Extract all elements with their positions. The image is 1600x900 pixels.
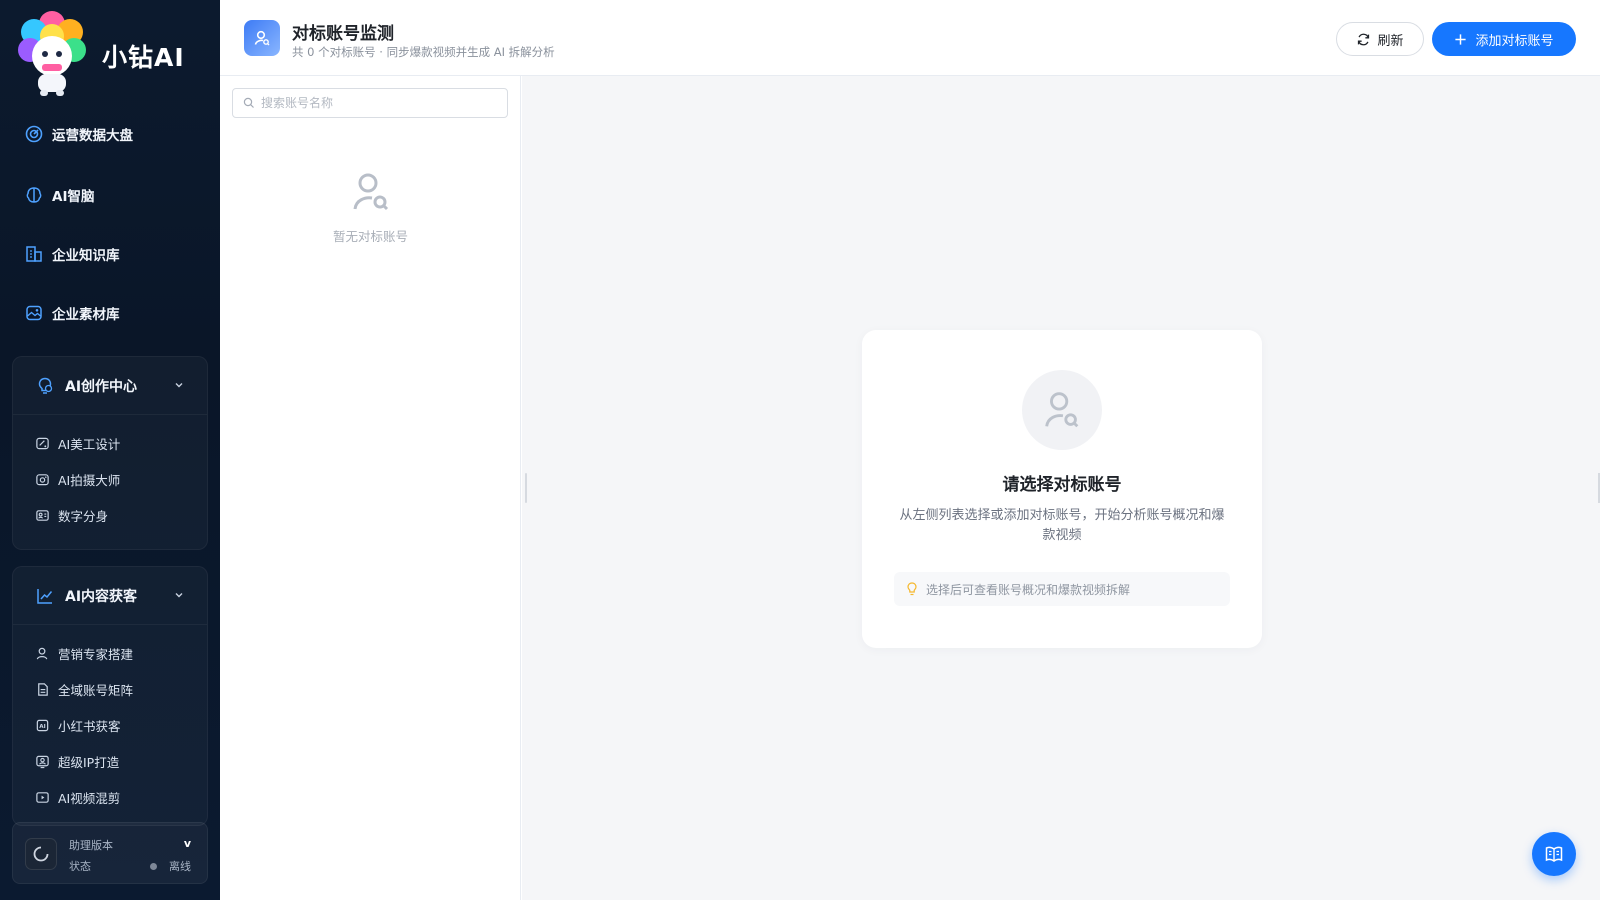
sidebar: 小钻AI 运营数据大盘 AI智脑 企业知识库 企业素材库 AI创作中心 AI美工… <box>0 0 220 900</box>
panel-resize-handle[interactable] <box>525 473 527 503</box>
svg-text:AI: AI <box>39 723 45 729</box>
help-book-button[interactable] <box>1532 832 1576 876</box>
sidebar-item-dashboard[interactable]: 运营数据大盘 <box>24 119 133 149</box>
building-icon <box>26 246 42 262</box>
account-list-empty: 暂无对标账号 <box>220 168 521 245</box>
sidebar-item-label: 运营数据大盘 <box>52 128 133 144</box>
sidebar-group-ai-creation: AI创作中心 AI美工设计 AI拍摄大师 数字分身 <box>12 356 208 550</box>
sidebar-subitem-ai-photo[interactable]: AI拍摄大师 <box>35 467 120 491</box>
sidebar-item-label: AI智脑 <box>52 189 95 205</box>
refresh-button-label: 刷新 <box>1377 33 1404 49</box>
search-icon <box>243 97 254 108</box>
lightbulb-icon <box>907 582 917 596</box>
account-list-panel: 暂无对标账号 <box>220 76 521 900</box>
avatar-card-icon <box>36 509 49 521</box>
page-subtitle: 共 0 个对标账号 · 同步爆款视频并生成 AI 拆解分析 <box>292 45 555 59</box>
sidebar-group-header[interactable]: AI创作中心 <box>13 357 207 415</box>
sidebar-group-label: AI内容获客 <box>65 588 138 605</box>
user-search-icon <box>353 173 388 211</box>
sidebar-subitem-video-mix[interactable]: AI视频混剪 <box>35 785 120 809</box>
add-account-button[interactable]: 添加对标账号 <box>1432 22 1576 56</box>
brain-icon <box>26 187 42 203</box>
sidebar-subitem-digital-avatar[interactable]: 数字分身 <box>35 503 108 527</box>
assistant-status-card[interactable]: 助理版本 v 状态 离线 <box>12 822 208 884</box>
empty-state-description: 从左侧列表选择或添加对标账号，开始分析账号概况和爆款视频 <box>899 508 1225 543</box>
ip-icon <box>36 755 49 768</box>
sidebar-item-label: 企业知识库 <box>52 248 120 264</box>
sidebar-subitem-label: 小红书获客 <box>58 718 121 734</box>
sidebar-item-knowledge-base[interactable]: 企业知识库 <box>24 239 120 269</box>
lightbulb-icon <box>38 377 53 394</box>
brand-name: 小钻AI <box>102 43 185 72</box>
ai-badge-icon: AI <box>36 719 49 731</box>
sidebar-subitem-ai-design[interactable]: AI美工设计 <box>35 431 120 455</box>
sidebar-subitem-label: AI拍摄大师 <box>58 472 121 488</box>
search-input[interactable] <box>261 96 491 110</box>
version-value: v <box>183 837 191 850</box>
chevron-down-icon <box>175 593 183 598</box>
search-box[interactable] <box>232 88 508 118</box>
empty-state-title: 请选择对标账号 <box>1002 475 1122 495</box>
version-label: 助理版本 <box>69 839 113 852</box>
sidebar-subitem-label: 数字分身 <box>58 508 109 524</box>
empty-state-tip: 选择后可查看账号概况和爆款视频拆解 <box>894 572 1230 606</box>
sidebar-subitem-super-ip[interactable]: 超级IP打造 <box>35 749 119 773</box>
add-account-button-label: 添加对标账号 <box>1475 33 1554 49</box>
empty-list-text: 暂无对标账号 <box>332 229 408 244</box>
account-monitor-icon <box>244 20 280 56</box>
sidebar-item-asset-library[interactable]: 企业素材库 <box>24 298 120 328</box>
state-value: 离线 <box>169 860 191 873</box>
sidebar-subitem-label: 全域账号矩阵 <box>58 682 134 698</box>
refresh-button[interactable]: 刷新 <box>1336 22 1424 56</box>
image-icon <box>26 305 42 321</box>
video-icon <box>36 791 49 803</box>
status-dot-icon <box>150 863 157 870</box>
state-label: 状态 <box>69 860 91 873</box>
camera-icon <box>36 473 49 485</box>
sidebar-subitem-account-matrix[interactable]: 全域账号矩阵 <box>35 677 133 701</box>
empty-state-card: 请选择对标账号 从左侧列表选择或添加对标账号，开始分析账号概况和爆款视频 选择后… <box>862 330 1262 648</box>
empty-state-tip-text: 选择后可查看账号概况和爆款视频拆解 <box>926 582 1131 597</box>
design-icon <box>36 437 49 449</box>
detail-panel: 请选择对标账号 从左侧列表选择或添加对标账号，开始分析账号概况和爆款视频 选择后… <box>522 76 1600 900</box>
sidebar-group-ai-acquisition: AI内容获客 营销专家搭建 全域账号矩阵 AI 小红书获客 超级IP打造 AI视… <box>12 566 208 826</box>
user-search-icon <box>1022 370 1102 450</box>
document-icon <box>38 682 48 696</box>
sidebar-subitem-label: AI美工设计 <box>58 436 121 452</box>
sidebar-group-header[interactable]: AI内容获客 <box>13 567 207 625</box>
plus-icon <box>1455 33 1467 45</box>
sidebar-subitem-xiaohongshu[interactable]: AI 小红书获客 <box>35 713 121 737</box>
refresh-icon <box>1358 33 1370 45</box>
chart-line-icon <box>37 588 53 604</box>
sidebar-item-ai-brain[interactable]: AI智脑 <box>24 180 94 210</box>
loading-spinner-icon <box>25 838 57 870</box>
chevron-down-icon <box>175 383 183 388</box>
user-icon <box>36 647 48 659</box>
sidebar-subitem-label: 超级IP打造 <box>58 754 120 770</box>
sidebar-subitem-label: AI视频混剪 <box>58 790 121 806</box>
sidebar-group-label: AI创作中心 <box>65 378 138 395</box>
brand-logo <box>16 10 88 96</box>
sidebar-subitem-marketing-expert[interactable]: 营销专家搭建 <box>35 641 133 665</box>
page-title: 对标账号监测 <box>292 24 394 44</box>
book-icon <box>1545 846 1563 862</box>
page-header: 对标账号监测 共 0 个对标账号 · 同步爆款视频并生成 AI 拆解分析 刷新 … <box>220 0 1600 76</box>
main-area: 对标账号监测 共 0 个对标账号 · 同步爆款视频并生成 AI 拆解分析 刷新 … <box>220 0 1600 900</box>
dashboard-icon <box>25 125 43 143</box>
sidebar-subitem-label: 营销专家搭建 <box>58 646 134 662</box>
sidebar-item-label: 企业素材库 <box>52 307 120 323</box>
